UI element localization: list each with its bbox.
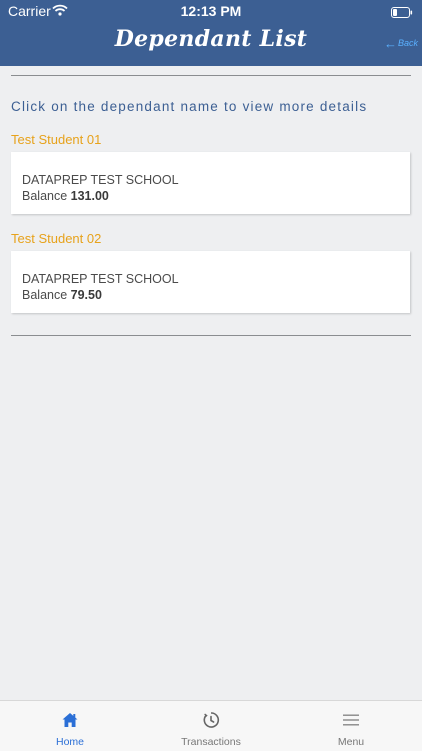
balance-value: 79.50 [70, 288, 102, 302]
tab-label: Home [55, 736, 84, 748]
tab-transactions[interactable]: Transactions [151, 701, 271, 751]
bottom-divider [11, 335, 411, 336]
status-bar: Carrier 12:13 PM [0, 0, 422, 22]
tab-label: Transactions [181, 736, 241, 748]
tab-label: Menu [337, 736, 365, 748]
header: Carrier 12:13 PM Dependant List ← Back [0, 0, 422, 66]
school-name: DATAPREP TEST SCHOOL [22, 272, 179, 286]
back-label: Back [398, 38, 419, 48]
battery-icon [391, 5, 413, 18]
dependant-name-1[interactable]: Test Student 01 [11, 132, 101, 147]
balance-label: Balance [22, 288, 71, 302]
back-button[interactable]: ← Back [384, 36, 418, 50]
tab-bar: Home Transactions Menu [0, 700, 422, 751]
history-icon [202, 711, 220, 729]
back-arrow-icon: ← [384, 35, 397, 51]
dependant-name-2[interactable]: Test Student 02 [11, 231, 101, 246]
menu-icon [342, 711, 360, 729]
clock: 12:13 PM [180, 3, 242, 19]
dependant-card-1[interactable]: DATAPREP TEST SCHOOL Balance 131.00 [11, 152, 410, 214]
balance-row: Balance 131.00 [22, 189, 109, 203]
page-title: Dependant List [114, 26, 308, 52]
school-name: DATAPREP TEST SCHOOL [22, 173, 179, 187]
balance-row: Balance 79.50 [22, 288, 102, 302]
home-icon [61, 711, 79, 729]
balance-label: Balance [22, 189, 71, 203]
top-divider [11, 75, 411, 76]
balance-value: 131.00 [70, 189, 109, 203]
instruction-text: Click on the dependant name to view more… [11, 99, 368, 114]
dependant-card-2[interactable]: DATAPREP TEST SCHOOL Balance 79.50 [11, 251, 410, 313]
tab-menu[interactable]: Menu [291, 701, 411, 751]
tab-home[interactable]: Home [10, 701, 130, 751]
